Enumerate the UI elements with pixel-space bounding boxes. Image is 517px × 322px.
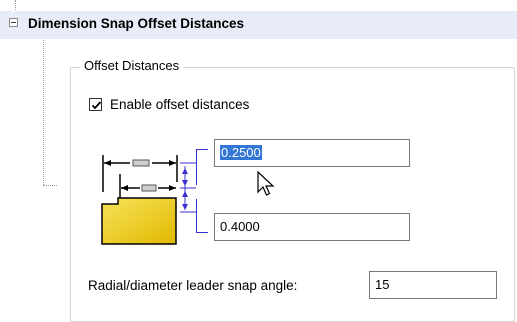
section-title: Dimension Snap Offset Distances	[28, 16, 245, 31]
offset-bracket-bottom	[196, 199, 208, 233]
enable-offset-label: Enable offset distances	[110, 96, 250, 112]
group-legend: Offset Distances	[80, 57, 184, 75]
first-offset-input[interactable]: 0.2500	[214, 139, 410, 167]
offset-diagram-icon	[101, 155, 196, 245]
mouse-pointer-icon	[257, 170, 275, 196]
first-offset-value: 0.2500	[220, 145, 262, 160]
second-offset-input[interactable]: 0.4000	[214, 213, 410, 241]
leader-angle-input[interactable]: 15	[369, 271, 497, 299]
leader-angle-label: Radial/diameter leader snap angle:	[88, 278, 298, 293]
tree-connector-horizontal	[43, 185, 57, 186]
collapse-icon[interactable]	[9, 18, 18, 27]
offset-bracket-top	[196, 149, 208, 185]
tree-connector-vertical	[43, 40, 44, 185]
enable-offset-row[interactable]: Enable offset distances	[89, 94, 249, 114]
enable-offset-checkbox[interactable]	[89, 97, 102, 111]
checkmark-icon	[91, 100, 102, 109]
